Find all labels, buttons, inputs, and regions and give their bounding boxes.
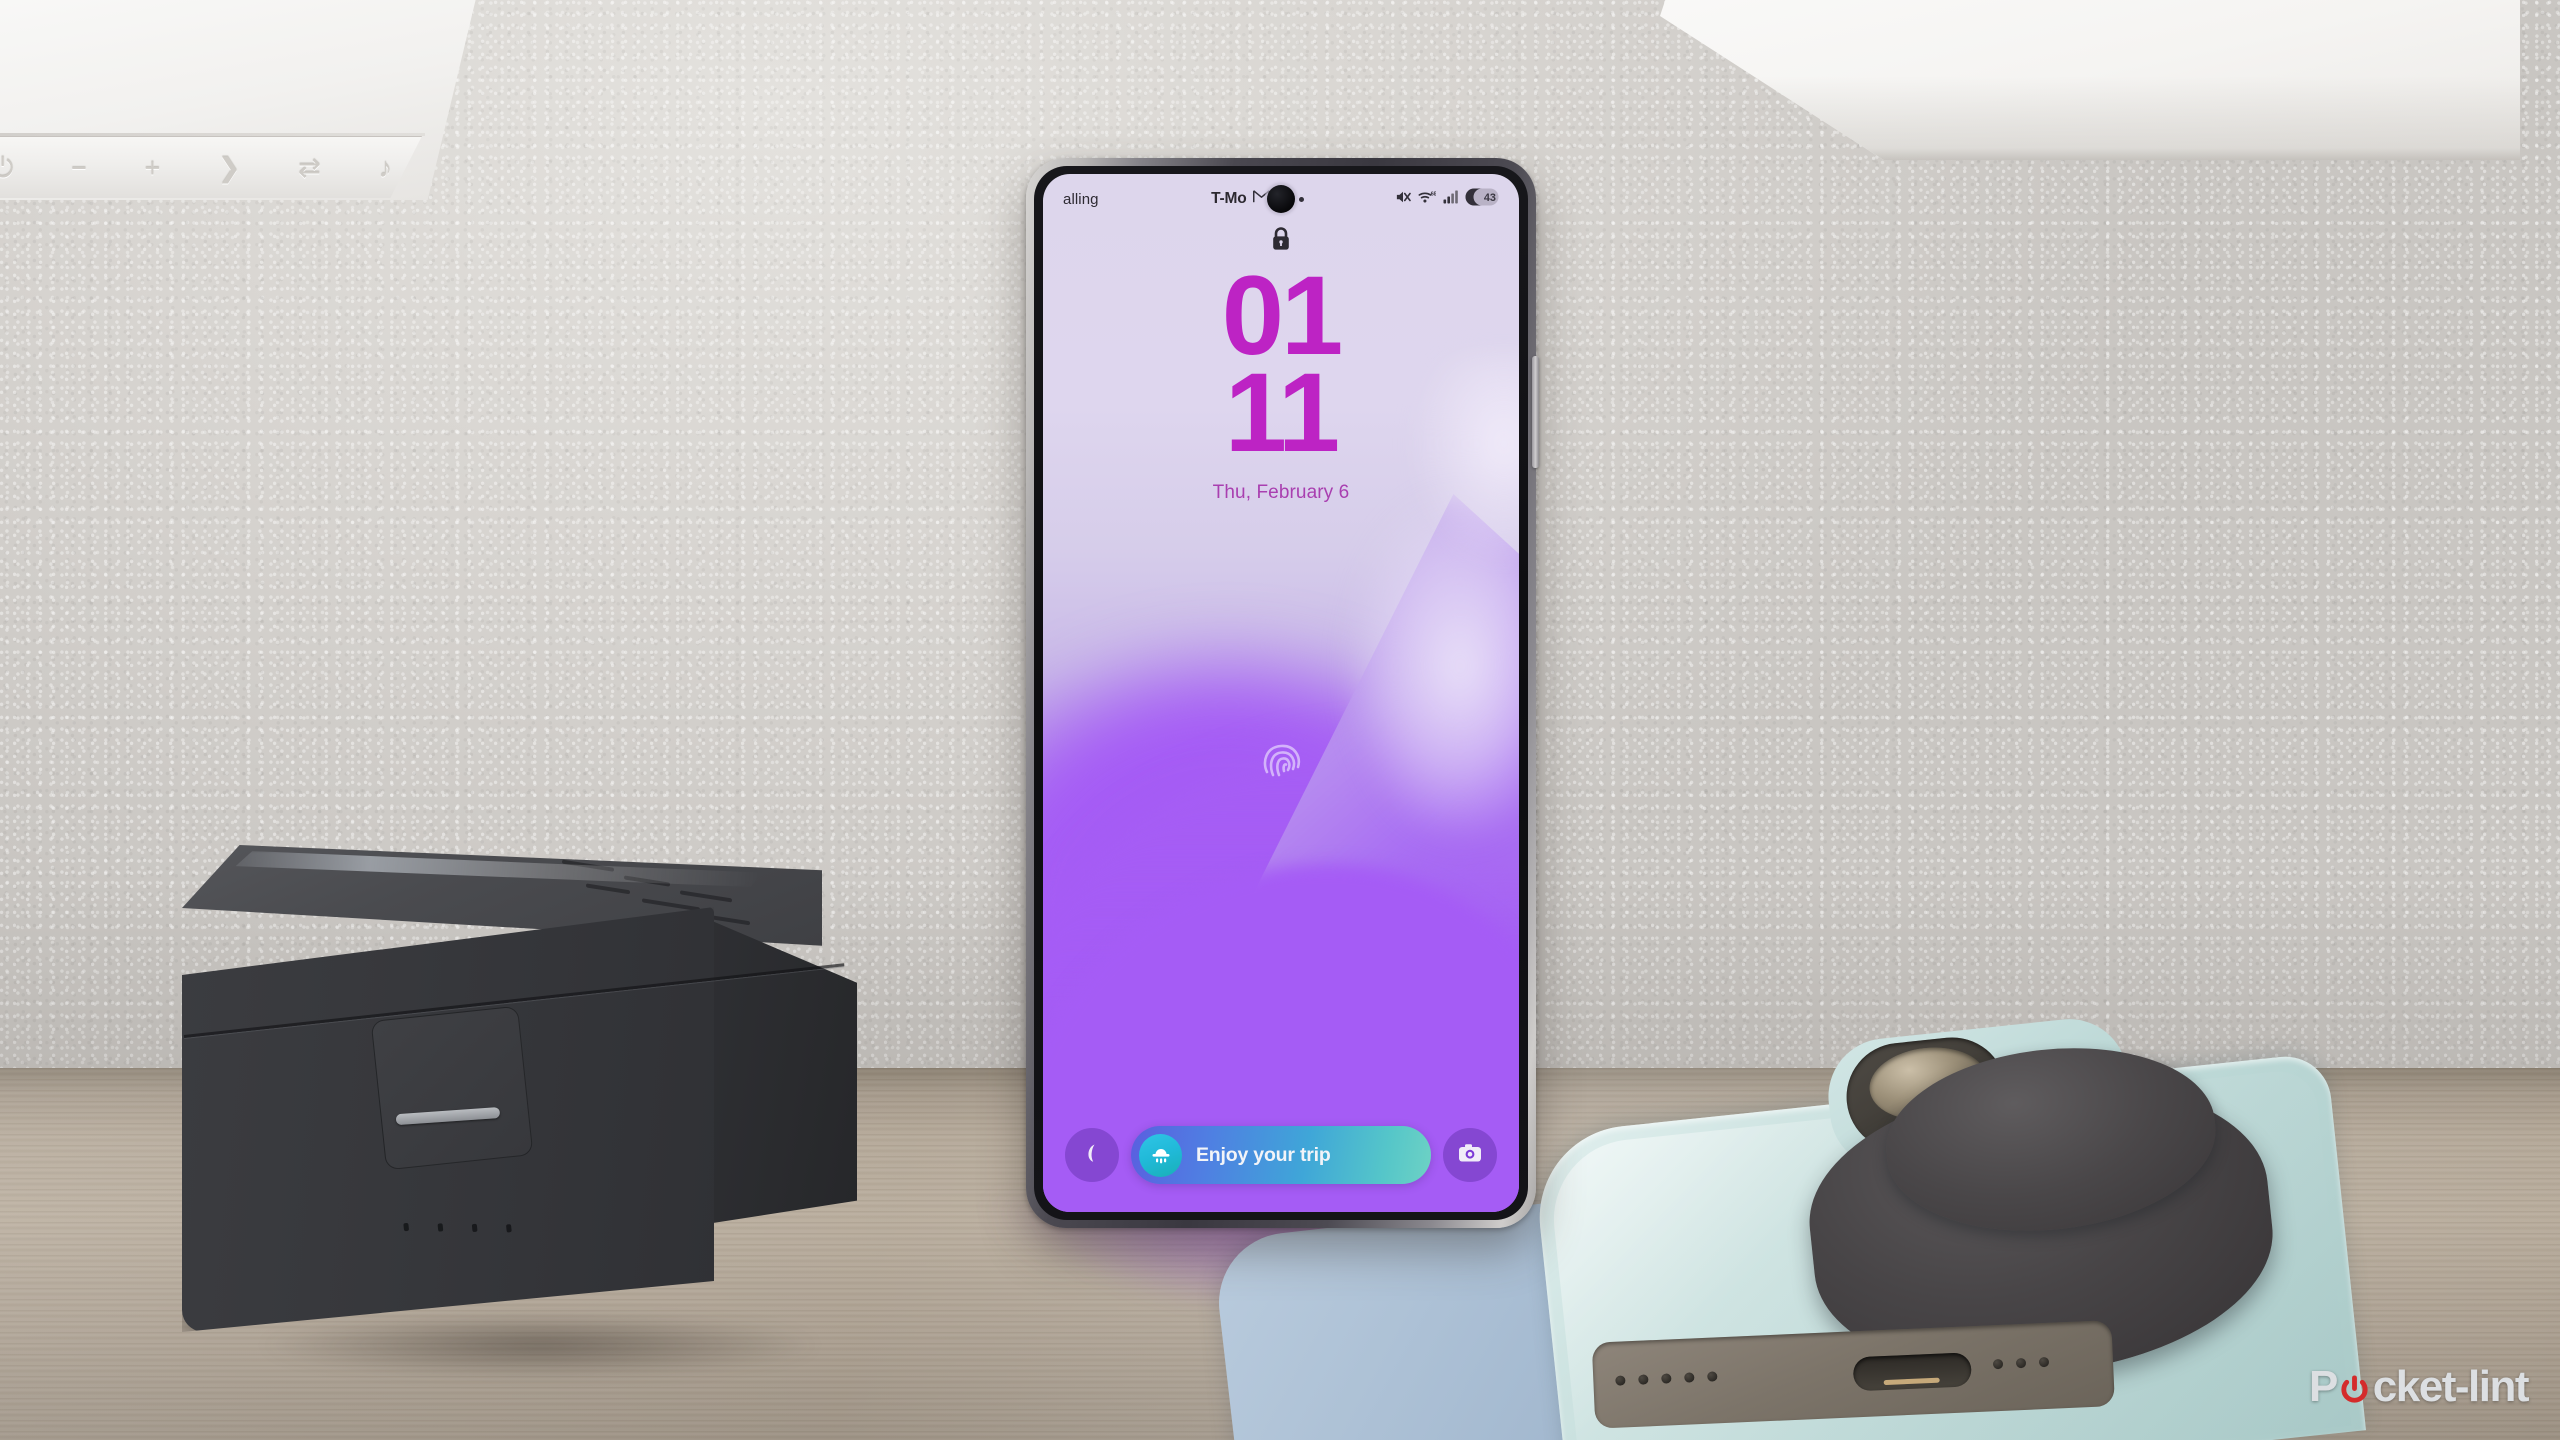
camera-icon xyxy=(1458,1143,1482,1168)
watermark-text-before: P xyxy=(2308,1362,2338,1411)
case-latch[interactable] xyxy=(370,1005,534,1171)
pixel-phone: alling T-Mo 6 43 01 11 Thu, February 6 E… xyxy=(1026,158,1539,1228)
iphone-speaker-grill-left xyxy=(1615,1371,1718,1386)
camera-shortcut-button[interactable] xyxy=(1443,1128,1497,1182)
cellular-signal-icon xyxy=(1443,190,1458,209)
usb-c-port xyxy=(1852,1352,1972,1392)
weather-cloud-icon xyxy=(1139,1133,1182,1177)
dark-charging-case xyxy=(182,845,902,1365)
iphone-speaker-grill-right xyxy=(1992,1356,2050,1370)
lock-closed-icon xyxy=(1270,226,1292,256)
fingerprint-icon[interactable] xyxy=(1254,734,1308,793)
speaker-control-icons: ⏻ − + ❯ ⇄ ♪ xyxy=(0,146,392,190)
carrier-label: T-Mo xyxy=(1211,190,1247,207)
status-left-text: alling xyxy=(1063,190,1099,208)
play-next-icon[interactable]: ❯ xyxy=(218,154,241,182)
phone-screen[interactable]: alling T-Mo 6 43 01 11 Thu, February 6 E… xyxy=(1043,174,1519,1212)
front-camera-punch-hole xyxy=(1267,185,1295,213)
wall-mounted-speaker-left: ⏻ − + ❯ ⇄ ♪ xyxy=(0,0,490,200)
volume-off-icon xyxy=(1395,190,1411,209)
lockscreen-date: Thu, February 6 xyxy=(1212,482,1350,503)
lockscreen-bottom-bar: Enjoy your trip xyxy=(1043,1124,1519,1186)
photo-scene: ⏻ − + ❯ ⇄ ♪ alling T-Mo 6 43 01 11 Thu, … xyxy=(0,0,2560,1440)
phone-side-button[interactable] xyxy=(1532,356,1539,468)
wifi-6e-icon: 6E xyxy=(1418,190,1438,209)
phone-shortcut-button[interactable] xyxy=(1065,1128,1119,1182)
speaker-seam xyxy=(0,133,425,136)
at-a-glance-text: Enjoy your trip xyxy=(1196,1143,1331,1166)
shuffle-icon[interactable]: ⇄ xyxy=(298,154,321,182)
watermark-text-after: cket-lint xyxy=(2372,1362,2530,1411)
status-right-group: 6E xyxy=(1395,188,1499,211)
power-icon[interactable]: ⏻ xyxy=(0,154,13,182)
volume-up-icon[interactable]: + xyxy=(144,154,160,182)
at-a-glance-pill[interactable]: Enjoy your trip xyxy=(1131,1126,1431,1184)
more-notifications-dot xyxy=(1299,196,1305,202)
battery-icon: 43 xyxy=(1465,188,1499,211)
volume-down-icon[interactable]: − xyxy=(71,154,87,182)
pocketlint-watermark: P cket-lint xyxy=(2308,1362,2530,1412)
phone-icon xyxy=(1081,1142,1103,1169)
clock-minute: 11 xyxy=(1224,349,1340,475)
svg-text:6E: 6E xyxy=(1431,191,1436,197)
battery-percent-label: 43 xyxy=(1484,191,1496,203)
music-note-icon[interactable]: ♪ xyxy=(378,154,392,182)
status-center-group: T-Mo xyxy=(1121,189,1395,209)
lockscreen-clock: 01 11 xyxy=(1043,260,1519,475)
power-icon xyxy=(2338,1370,2372,1404)
